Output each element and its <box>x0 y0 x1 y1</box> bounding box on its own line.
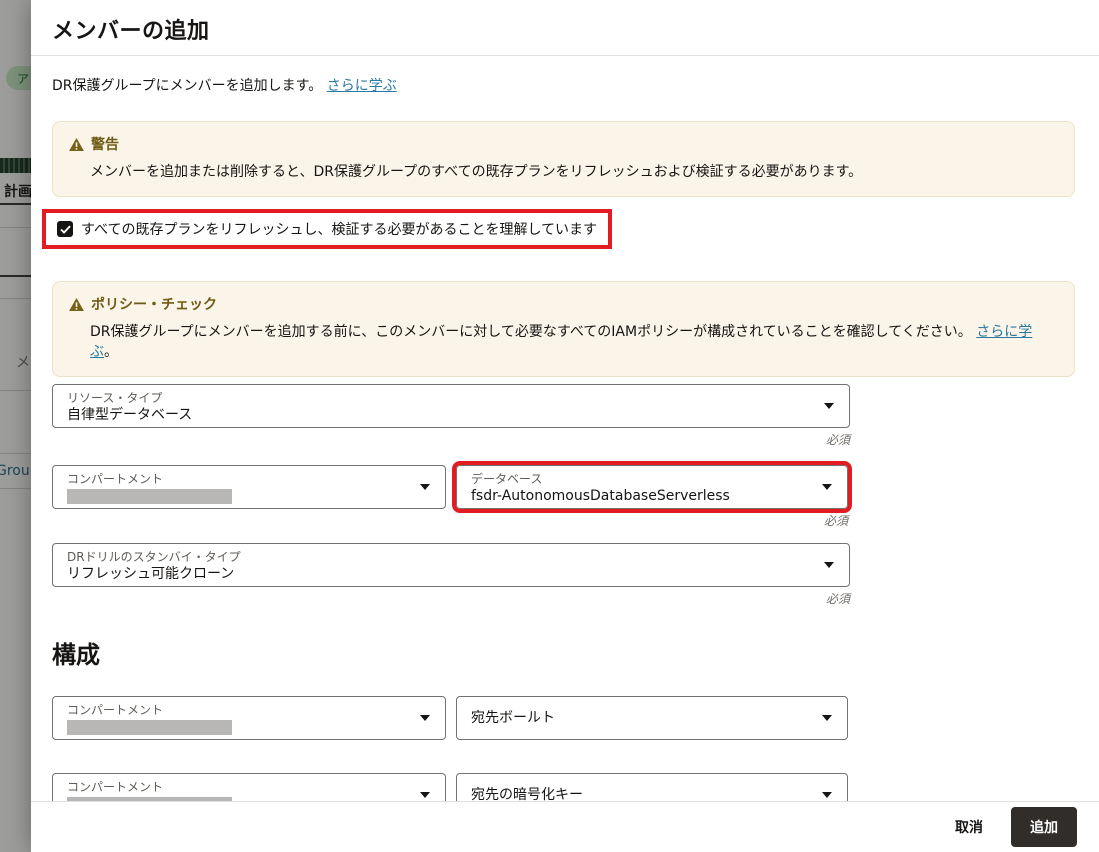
destination-key-select[interactable]: 宛先の暗号化キー <box>456 773 848 801</box>
configuration-section-title: 構成 <box>52 635 1078 670</box>
chevron-down-icon <box>420 715 430 721</box>
warning-banner: 警告 メンバーを追加または削除すると、DR保護グループのすべての既存プランをリフ… <box>52 121 1075 197</box>
warning-body: メンバーを追加または削除すると、DR保護グループのすべての既存プランをリフレッシ… <box>90 162 1058 182</box>
key-compartment-label: コンパートメント <box>67 780 411 795</box>
database-value: fsdr-AutonomousDatabaseServerless <box>471 487 813 506</box>
database-label: データベース <box>471 472 813 487</box>
warning-icon <box>69 298 84 311</box>
dialog-description: DR保護グループにメンバーを追加します。 さらに学ぶ <box>52 75 1078 95</box>
compartment-field: コンパートメント <box>52 465 446 509</box>
description-text: DR保護グループにメンバーを追加します。 <box>52 78 322 94</box>
database-row: コンパートメント データベース fsdr-AutonomousDatabaseS… <box>52 465 1078 529</box>
vault-compartment-select[interactable]: コンパートメント <box>52 696 446 740</box>
chevron-down-icon <box>822 484 832 490</box>
resource-type-field: リソース・タイプ 自律型データベース 必須 <box>52 384 1078 448</box>
key-field: 宛先の暗号化キー <box>456 773 848 801</box>
policy-period: 。 <box>104 344 118 360</box>
destination-vault-label: 宛先ボールト <box>471 709 555 728</box>
policy-check-text: DR保護グループにメンバーを追加する前に、このメンバーに対して必要なすべてのIA… <box>90 324 972 340</box>
chevron-down-icon <box>822 792 832 798</box>
encryption-key-row: コンパートメント 宛先の暗号化キー <box>52 773 1078 801</box>
dialog-footer: 取消 追加 <box>31 801 1099 852</box>
destination-vault-select[interactable]: 宛先ボールト <box>456 696 848 740</box>
screen: ア 計画 メ Group メンバーの追加 DR保護グループにメンバーを追加します… <box>0 0 1099 852</box>
chevron-down-icon <box>824 403 834 409</box>
policy-check-body: DR保護グループにメンバーを追加する前に、このメンバーに対して必要なすべてのIA… <box>90 322 1058 362</box>
standby-type-label: DRドリルのスタンバイ・タイプ <box>67 550 815 565</box>
required-hint: 必須 <box>456 512 848 529</box>
policy-check-title: ポリシー・チェック <box>91 294 217 314</box>
policy-banner-header: ポリシー・チェック <box>69 294 1058 314</box>
add-button[interactable]: 追加 <box>1011 807 1077 847</box>
standby-type-value: リフレッシュ可能クローン <box>67 565 815 584</box>
compartment-label: コンパートメント <box>67 472 411 487</box>
destination-key-label: 宛先の暗号化キー <box>471 786 583 802</box>
dialog-header: メンバーの追加 <box>31 0 1099 56</box>
key-compartment-field: コンパートメント <box>52 773 446 801</box>
add-member-dialog: メンバーの追加 DR保護グループにメンバーを追加します。 さらに学ぶ 警告 メン… <box>31 0 1099 852</box>
key-compartment-select[interactable]: コンパートメント <box>52 773 446 801</box>
warning-icon <box>69 138 84 151</box>
learn-more-link[interactable]: さらに学ぶ <box>327 78 397 94</box>
chevron-down-icon <box>420 484 430 490</box>
chevron-down-icon <box>824 562 834 568</box>
vault-field: 宛先ボールト <box>456 696 848 740</box>
chevron-down-icon <box>420 792 430 798</box>
warning-title: 警告 <box>91 134 119 154</box>
redacted-value <box>67 489 232 504</box>
dialog-body: DR保護グループにメンバーを追加します。 さらに学ぶ 警告 メンバーを追加または… <box>31 56 1099 801</box>
compartment-select[interactable]: コンパートメント <box>52 465 446 509</box>
resource-type-value: 自律型データベース <box>67 406 815 425</box>
acknowledge-checkbox[interactable] <box>57 221 73 237</box>
vault-row: コンパートメント 宛先ボールト <box>52 696 1078 740</box>
resource-type-label: リソース・タイプ <box>67 391 815 406</box>
redacted-value <box>67 797 232 801</box>
redacted-value <box>67 720 232 735</box>
chevron-down-icon <box>822 715 832 721</box>
required-hint: 必須 <box>52 590 850 607</box>
warning-banner-header: 警告 <box>69 134 1058 154</box>
vault-compartment-field: コンパートメント <box>52 696 446 740</box>
database-field: データベース fsdr-AutonomousDatabaseServerless… <box>456 465 848 529</box>
policy-check-banner: ポリシー・チェック DR保護グループにメンバーを追加する前に、このメンバーに対し… <box>52 281 1075 377</box>
standby-type-select[interactable]: DRドリルのスタンバイ・タイプ リフレッシュ可能クローン <box>52 543 850 587</box>
acknowledge-checkbox-label[interactable]: すべての既存プランをリフレッシュし、検証する必要があることを理解しています <box>81 219 597 239</box>
standby-type-field: DRドリルのスタンバイ・タイプ リフレッシュ可能クローン 必須 <box>52 543 1078 607</box>
resource-type-select[interactable]: リソース・タイプ 自律型データベース <box>52 384 850 428</box>
database-select[interactable]: データベース fsdr-AutonomousDatabaseServerless <box>456 465 848 509</box>
cancel-button[interactable]: 取消 <box>955 817 983 837</box>
vault-compartment-label: コンパートメント <box>67 703 411 718</box>
dialog-title: メンバーの追加 <box>52 13 1078 45</box>
required-hint: 必須 <box>52 431 850 448</box>
acknowledge-annotation-box: すべての既存プランをリフレッシュし、検証する必要があることを理解しています <box>42 209 612 249</box>
